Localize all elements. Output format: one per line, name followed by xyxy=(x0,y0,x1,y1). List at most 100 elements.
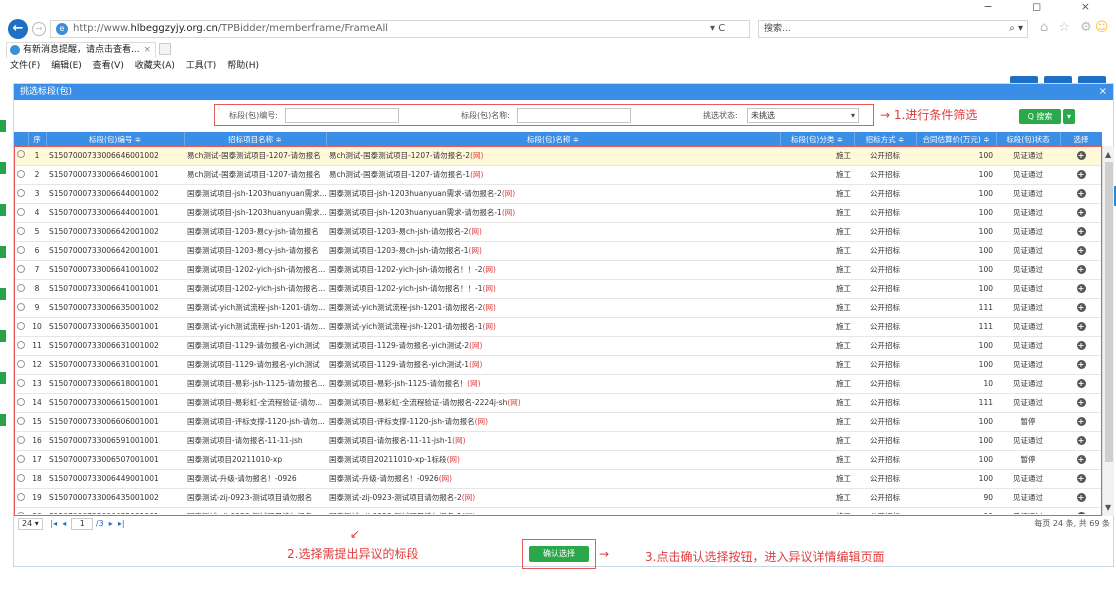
confirm-select-button[interactable]: 确认选择 xyxy=(529,546,589,562)
lot-code-input[interactable] xyxy=(285,108,399,123)
row-radio[interactable] xyxy=(17,302,25,311)
row-radio[interactable] xyxy=(17,492,25,501)
add-icon[interactable]: + xyxy=(1076,512,1086,514)
forward-arrow-icon[interactable]: → xyxy=(32,22,46,36)
add-icon[interactable]: + xyxy=(1076,170,1086,179)
table-row[interactable]: 5 S1507000733006642001002 国泰测试项目-1203-易cy-… xyxy=(14,222,1102,242)
column-header[interactable]: 标段(包)分类 ≑ xyxy=(780,132,855,146)
add-icon[interactable]: + xyxy=(1076,150,1086,160)
table-row[interactable]: 4 S1507000733006644001001 国泰测试项目-jsh-1203h… xyxy=(14,203,1102,223)
row-radio[interactable] xyxy=(17,397,25,406)
table-row[interactable]: 9 S1507000733006635001002 国泰测试-yich测试流程-js… xyxy=(14,298,1102,318)
table-row[interactable]: 8 S1507000733006641001001 国泰测试项目-1202-yich… xyxy=(14,279,1102,299)
add-icon[interactable]: + xyxy=(1076,303,1086,312)
search-icon[interactable]: ⌕ ▾ xyxy=(1009,21,1023,37)
row-radio[interactable] xyxy=(17,454,25,463)
scroll-up-icon[interactable]: ▲ xyxy=(1105,150,1111,159)
close-icon[interactable]: × xyxy=(1099,84,1107,100)
scroll-thumb[interactable] xyxy=(1105,162,1113,462)
home-star-gear-icon[interactable]: ⌂ ☆ ⚙ xyxy=(1040,20,1095,35)
row-radio[interactable] xyxy=(17,226,25,235)
search-button[interactable]: Q 搜索 xyxy=(1019,109,1061,124)
menu-view[interactable]: 查看(V) xyxy=(93,61,124,71)
row-radio[interactable] xyxy=(17,359,25,368)
menu-favorites[interactable]: 收藏夹(A) xyxy=(135,61,175,71)
vertical-scrollbar[interactable]: ▲ ▼ xyxy=(1102,146,1114,516)
add-icon[interactable]: + xyxy=(1076,360,1086,369)
last-page-icon[interactable]: ▸| xyxy=(118,519,125,528)
row-radio[interactable] xyxy=(17,511,25,514)
table-row[interactable]: 15 S1507000733006606001001 国泰测试项目-评标支撑-112… xyxy=(14,412,1102,432)
page-size-select[interactable]: 24 ▾ xyxy=(18,518,43,530)
menu-help[interactable]: 帮助(H) xyxy=(227,61,259,71)
add-icon[interactable]: + xyxy=(1076,398,1086,407)
row-radio[interactable] xyxy=(17,207,25,216)
scroll-down-icon[interactable]: ▼ xyxy=(1105,503,1111,512)
refresh-icon[interactable]: ▾ C xyxy=(710,20,725,38)
row-radio[interactable] xyxy=(17,169,25,178)
page-number-input[interactable]: 1 xyxy=(71,518,94,530)
table-row[interactable]: 18 S1507000733006449001001 国泰测试-升级-请勿报名！-0… xyxy=(14,469,1102,489)
table-row[interactable]: 2 S1507000733006646001001 易ch测试-国泰测试项目-120… xyxy=(14,165,1102,185)
add-icon[interactable]: + xyxy=(1076,246,1086,255)
new-tab-button[interactable] xyxy=(159,43,171,55)
column-header[interactable]: 标段(包)名称 ≑ xyxy=(326,132,781,146)
column-header[interactable]: 合同估算价(万元) ≑ xyxy=(916,132,997,146)
add-icon[interactable]: + xyxy=(1076,322,1086,331)
add-icon[interactable]: + xyxy=(1076,455,1086,464)
row-radio[interactable] xyxy=(17,188,25,197)
smiley-icon[interactable]: ☺ xyxy=(1095,20,1112,35)
add-icon[interactable]: + xyxy=(1076,493,1086,502)
add-icon[interactable]: + xyxy=(1076,265,1086,274)
column-header[interactable]: 招标方式 ≑ xyxy=(854,132,917,146)
table-row[interactable]: 10 S1507000733006635001001 国泰测试-yich测试流程-j… xyxy=(14,317,1102,337)
prev-page-icon[interactable]: ◂ xyxy=(62,519,66,528)
row-radio[interactable] xyxy=(17,473,25,482)
table-row[interactable]: 3 S1507000733006644001002 国泰测试项目-jsh-1203h… xyxy=(14,184,1102,204)
first-page-icon[interactable]: |◂ xyxy=(50,519,57,528)
add-icon[interactable]: + xyxy=(1076,474,1086,483)
table-row[interactable]: 20 S1507000733006435001001 国泰测试-zij-0923-测… xyxy=(14,507,1102,514)
table-row[interactable]: 1 S1507000733006646001002 易ch测试-国泰测试项目-120… xyxy=(14,146,1102,166)
add-icon[interactable]: + xyxy=(1076,379,1086,388)
search-dropdown-icon[interactable]: ▾ xyxy=(1063,109,1075,124)
row-radio[interactable] xyxy=(17,245,25,254)
add-icon[interactable]: + xyxy=(1076,227,1086,236)
add-icon[interactable]: + xyxy=(1076,208,1086,217)
table-row[interactable]: 6 S1507000733006642001001 国泰测试项目-1203-易cy-… xyxy=(14,241,1102,261)
add-icon[interactable]: + xyxy=(1076,341,1086,350)
table-row[interactable]: 14 S1507000733006615001001 国泰测试项目-易彩虹-全流程验… xyxy=(14,393,1102,413)
table-row[interactable]: 19 S1507000733006435001002 国泰测试-zij-0923-测… xyxy=(14,488,1102,508)
toolbar-icons[interactable]: ⌂ ☆ ⚙☺ xyxy=(1040,20,1111,35)
address-bar[interactable]: e http://www.hlbeggzyjy.org.cn/TPBidder/… xyxy=(50,20,750,38)
menu-tools[interactable]: 工具(T) xyxy=(186,61,217,71)
menu-edit[interactable]: 编辑(E) xyxy=(51,61,82,71)
back-arrow-icon[interactable]: ← xyxy=(8,19,28,39)
column-header[interactable]: 招标项目名称 ≑ xyxy=(184,132,327,146)
menu-file[interactable]: 文件(F) xyxy=(10,61,40,71)
lot-name-input[interactable] xyxy=(517,108,631,123)
window-controls[interactable]: − ◻ × xyxy=(983,0,1108,13)
select-status-dropdown[interactable]: 未挑选 ▾ xyxy=(747,108,859,123)
row-radio[interactable] xyxy=(17,150,25,159)
row-radio[interactable] xyxy=(17,264,25,273)
row-radio[interactable] xyxy=(17,340,25,349)
row-radio[interactable] xyxy=(17,378,25,387)
table-row[interactable]: 7 S1507000733006641001002 国泰测试项目-1202-yich… xyxy=(14,260,1102,280)
next-page-icon[interactable]: ▸ xyxy=(109,519,113,528)
row-radio[interactable] xyxy=(17,321,25,330)
add-icon[interactable]: + xyxy=(1076,417,1086,426)
table-row[interactable]: 17 S1507000733006507001001 国泰测试项目20211010-… xyxy=(14,450,1102,470)
row-radio[interactable] xyxy=(17,435,25,444)
add-icon[interactable]: + xyxy=(1076,284,1086,293)
row-radio[interactable] xyxy=(17,283,25,292)
add-icon[interactable]: + xyxy=(1076,189,1086,198)
add-icon[interactable]: + xyxy=(1076,436,1086,445)
tab-close-icon[interactable]: × xyxy=(143,43,151,57)
table-row[interactable]: 11 S1507000733006631001002 国泰测试项目-1129-请勿报… xyxy=(14,336,1102,356)
column-header[interactable]: 标段(包)编号 ≑ xyxy=(46,132,185,146)
table-row[interactable]: 13 S1507000733006618001001 国泰测试项目-易彩-jsh-1… xyxy=(14,374,1102,394)
browser-search-input[interactable]: 搜索... ⌕ ▾ xyxy=(758,20,1028,38)
browser-tab[interactable]: 有新消息提醒，请点击查看... × xyxy=(6,42,156,58)
table-row[interactable]: 12 S1507000733006631001001 国泰测试项目-1129-请勿报… xyxy=(14,355,1102,375)
